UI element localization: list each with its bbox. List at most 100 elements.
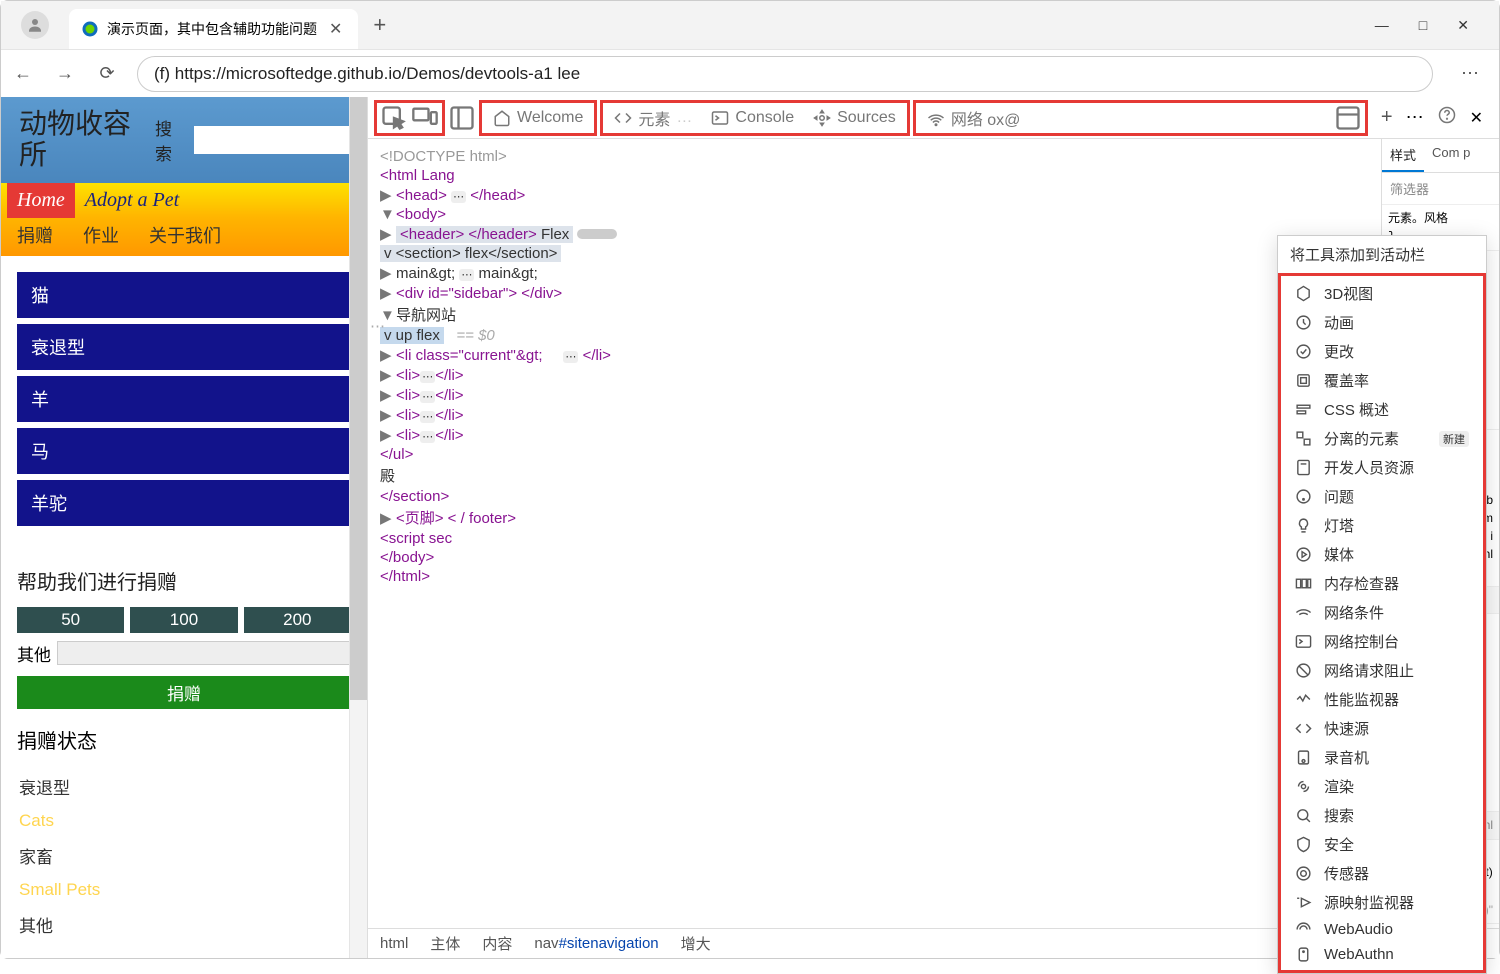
menu-item[interactable]: 源映射监视器 — [1281, 888, 1483, 917]
menu-item[interactable]: 媒体 — [1281, 540, 1483, 569]
donate-submit[interactable]: 捐赠 — [17, 676, 351, 709]
menu-item[interactable]: 分离的元素新建 — [1281, 424, 1483, 453]
menu-item[interactable]: 网络条件 — [1281, 598, 1483, 627]
demo-header: 动物收容所 搜索 — [1, 97, 367, 183]
tool-icon — [1295, 401, 1312, 418]
tab-welcome[interactable]: Welcome — [485, 105, 591, 131]
list-item[interactable]: 马 — [17, 428, 351, 474]
menu-item[interactable]: 问题 — [1281, 482, 1483, 511]
nav-home[interactable]: Home — [7, 183, 75, 218]
address-bar: ← → ⟳ (f) https://microsoftedge.github.i… — [1, 49, 1499, 97]
status-item[interactable]: Small Pets — [17, 874, 351, 906]
animal-list: 猫 衰退型 羊 马 羊驼 — [1, 256, 367, 548]
minimize-icon[interactable]: — — [1375, 17, 1389, 34]
inspect-icon[interactable] — [380, 104, 408, 132]
add-tab-button[interactable]: + — [1371, 106, 1403, 129]
forward-button[interactable]: → — [53, 63, 77, 84]
nav-jobs[interactable]: 作业 — [83, 222, 119, 248]
more-icon[interactable]: ⋯ — [1406, 107, 1424, 128]
nav-donate[interactable]: 捐赠 — [17, 222, 53, 248]
filter-input[interactable]: 筛选器 — [1382, 173, 1499, 205]
menu-item[interactable]: 性能监视器 — [1281, 685, 1483, 714]
donate-50[interactable]: 50 — [17, 607, 124, 633]
status-section: 捐赠状态 衰退型 Cats 家畜 Small Pets 其他 — [1, 709, 367, 958]
reload-button[interactable]: ⟳ — [95, 63, 119, 84]
list-item[interactable]: 猫 — [17, 272, 351, 318]
devtools-tabs: Welcome 元素… Console Sources 网络 ox@ + ⋯ ✕ — [368, 97, 1499, 139]
tab-close-icon[interactable]: ✕ — [325, 19, 346, 39]
close-devtools[interactable]: ✕ — [1470, 108, 1483, 128]
browser-tab[interactable]: 演示页面，其中包含辅助功能问题 ✕ — [69, 9, 358, 49]
new-tab-button[interactable]: + — [373, 12, 386, 38]
tool-icon — [1295, 488, 1312, 505]
tool-icon — [1295, 575, 1312, 592]
url-input[interactable]: (f) https://microsoftedge.github.io/Demo… — [137, 56, 1433, 92]
menu-item[interactable]: WebAuthn — [1281, 942, 1483, 967]
tool-icon — [1295, 865, 1312, 882]
tab-sources[interactable]: Sources — [805, 105, 904, 131]
tool-icon — [1295, 314, 1312, 331]
nav-adopt[interactable]: Adopt a Pet — [75, 183, 189, 218]
tool-icon — [1295, 546, 1312, 563]
donate-200[interactable]: 200 — [244, 607, 351, 633]
styles-tab[interactable]: 样式 — [1382, 139, 1424, 172]
tool-icon — [1295, 517, 1312, 534]
menu-item[interactable]: WebAudio — [1281, 917, 1483, 942]
list-item[interactable]: 衰退型 — [17, 324, 351, 370]
profile-icon[interactable] — [21, 11, 49, 39]
tool-icon — [1295, 749, 1312, 766]
list-item[interactable]: 羊 — [17, 376, 351, 422]
menu-item[interactable]: 内存检查器 — [1281, 569, 1483, 598]
help-icon[interactable] — [1438, 106, 1456, 129]
close-icon[interactable]: ✕ — [1457, 17, 1469, 34]
menu-item[interactable]: 网络请求阻止 — [1281, 656, 1483, 685]
status-item: 家畜 — [17, 837, 351, 874]
tab-network[interactable]: 网络 ox@ — [919, 102, 1029, 134]
dock-icon[interactable] — [448, 104, 476, 132]
browser-titlebar: 演示页面，其中包含辅助功能问题 ✕ + — □ ✕ — [1, 1, 1499, 49]
search-label: 搜索 — [155, 115, 186, 165]
tool-icon — [1295, 343, 1312, 360]
menu-item[interactable]: 渲染 — [1281, 772, 1483, 801]
panel-icon[interactable] — [1334, 104, 1362, 132]
scrollbar[interactable] — [349, 97, 367, 958]
donate-100[interactable]: 100 — [130, 607, 237, 633]
menu-item[interactable]: 开发人员资源 — [1281, 453, 1483, 482]
tool-icon — [1295, 372, 1312, 389]
menu-item[interactable]: 传感器 — [1281, 859, 1483, 888]
tab-elements[interactable]: 元素… — [606, 102, 700, 134]
menu-item[interactable]: 更改 — [1281, 337, 1483, 366]
menu-item[interactable]: 灯塔 — [1281, 511, 1483, 540]
row-actions-icon[interactable]: ⋯ — [370, 317, 386, 335]
back-button[interactable]: ← — [11, 63, 35, 84]
other-label: 其他 — [17, 641, 51, 666]
nav-menu: Home Adopt a Pet — [1, 183, 367, 218]
menu-item[interactable]: 3D视图 — [1281, 279, 1483, 308]
browser-menu-icon[interactable]: ⋯ — [1451, 63, 1489, 84]
computed-tab[interactable]: Com p — [1424, 139, 1478, 172]
menu-item[interactable]: CSS 概述 — [1281, 395, 1483, 424]
device-icon[interactable] — [411, 104, 439, 132]
menu-item[interactable]: 安全 — [1281, 830, 1483, 859]
list-item[interactable]: 羊驼 — [17, 480, 351, 526]
window-controls: — □ ✕ — [1375, 17, 1489, 34]
tool-icon — [1295, 720, 1312, 737]
other-input[interactable] — [57, 641, 351, 665]
menu-item[interactable]: 快速源 — [1281, 714, 1483, 743]
search-input[interactable] — [194, 126, 349, 154]
menu-item[interactable]: 搜索 — [1281, 801, 1483, 830]
tool-icon — [1295, 459, 1312, 476]
status-title: 捐赠状态 — [17, 725, 351, 754]
menu-item[interactable]: 覆盖率 — [1281, 366, 1483, 395]
more-tools-menu: 将工具添加到活动栏 3D视图动画更改覆盖率CSS 概述分离的元素新建开发人员资源… — [1277, 235, 1487, 974]
menu-item[interactable]: 动画 — [1281, 308, 1483, 337]
menu-item[interactable]: 录音机 — [1281, 743, 1483, 772]
maximize-icon[interactable]: □ — [1419, 17, 1427, 34]
tool-icon — [1295, 430, 1312, 447]
menu-item[interactable]: 网络控制台 — [1281, 627, 1483, 656]
tab-console[interactable]: Console — [703, 105, 802, 131]
status-item[interactable]: Cats — [17, 805, 351, 837]
nav-about[interactable]: 关于我们 — [149, 222, 221, 248]
elements-panel[interactable]: ⋯ <!DOCTYPE html> <html Lang ▶<head> ⋯ <… — [368, 139, 1381, 928]
tool-icon — [1295, 691, 1312, 708]
